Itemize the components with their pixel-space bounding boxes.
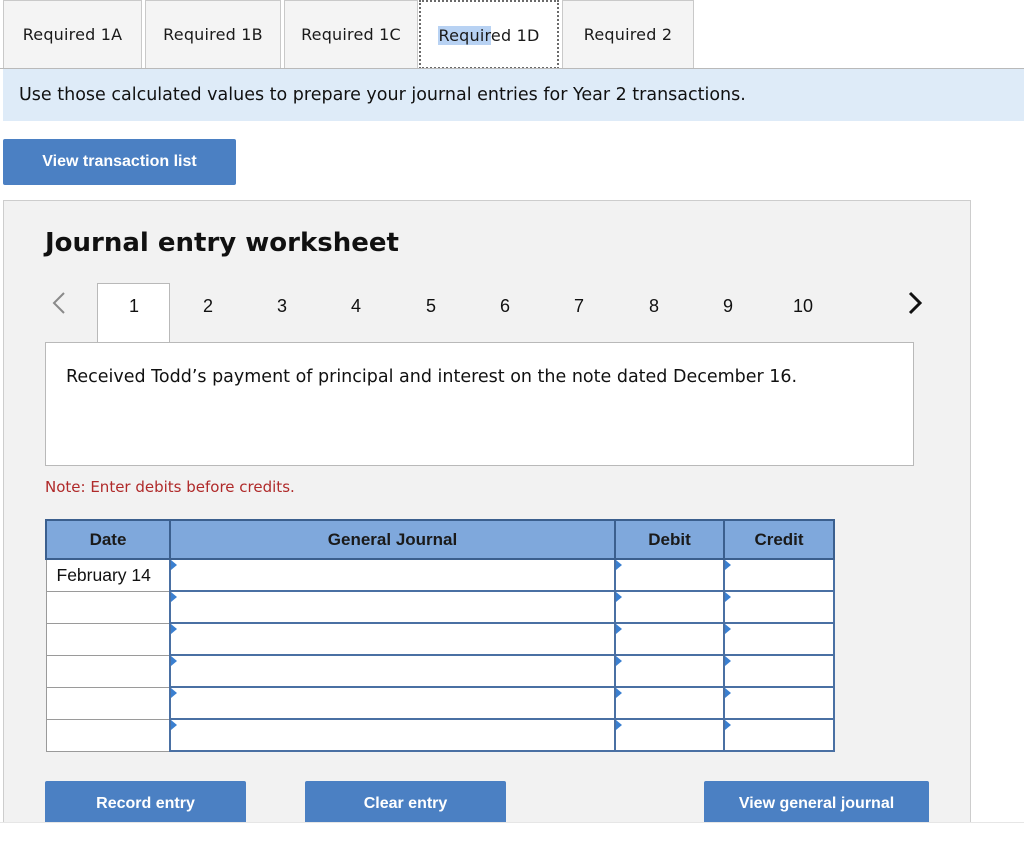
journal-row — [45, 718, 835, 752]
page-10[interactable]: 10 — [783, 296, 823, 317]
tab-required-2[interactable]: Required 2 — [562, 0, 694, 68]
debits-note: Note: Enter debits before credits. — [45, 478, 295, 496]
transaction-description: Received Todd’s payment of principal and… — [45, 342, 914, 466]
date-cell — [45, 622, 171, 656]
credit-input[interactable] — [723, 654, 835, 688]
header-general-journal: General Journal — [169, 519, 616, 560]
journal-row — [45, 590, 835, 624]
page-3[interactable]: 3 — [262, 296, 302, 317]
date-cell — [45, 718, 171, 752]
account-input[interactable] — [169, 686, 616, 720]
page-1[interactable]: 1 — [114, 296, 154, 317]
worksheet-title: Journal entry worksheet — [45, 228, 399, 258]
journal-row — [45, 686, 835, 720]
account-input[interactable] — [169, 718, 616, 752]
journal-table: Date General Journal Debit Credit Februa… — [45, 519, 835, 752]
account-input[interactable] — [169, 590, 616, 624]
page-8[interactable]: 8 — [634, 296, 674, 317]
credit-input[interactable] — [723, 686, 835, 720]
journal-row: February 14 — [45, 558, 835, 592]
date-cell: February 14 — [45, 558, 171, 592]
journal-header-row: Date General Journal Debit Credit — [45, 519, 835, 560]
date-cell — [45, 686, 171, 720]
requirement-tabs: Required 1A Required 1B Required 1C Requ… — [0, 0, 1024, 69]
credit-input[interactable] — [723, 718, 835, 752]
debit-input[interactable] — [614, 718, 725, 752]
page-4[interactable]: 4 — [336, 296, 376, 317]
page-5[interactable]: 5 — [411, 296, 451, 317]
chevron-left-icon[interactable] — [50, 290, 68, 323]
tab-required-1d[interactable]: Required 1D — [419, 0, 559, 69]
credit-input[interactable] — [723, 558, 835, 592]
credit-input[interactable] — [723, 622, 835, 656]
account-input[interactable] — [169, 654, 616, 688]
page-bottom-strip — [0, 822, 1024, 856]
record-entry-button[interactable]: Record entry — [45, 781, 246, 827]
chevron-right-icon[interactable] — [906, 290, 924, 323]
header-credit: Credit — [723, 519, 835, 560]
debit-input[interactable] — [614, 654, 725, 688]
page-7[interactable]: 7 — [559, 296, 599, 317]
tab-label-rest: ed 1D — [490, 26, 540, 45]
clear-entry-button[interactable]: Clear entry — [305, 781, 506, 827]
debit-input[interactable] — [614, 622, 725, 656]
header-debit: Debit — [614, 519, 725, 560]
page-6[interactable]: 6 — [485, 296, 525, 317]
view-transaction-list-button[interactable]: View transaction list — [3, 139, 236, 185]
header-date: Date — [45, 519, 171, 560]
view-general-journal-button[interactable]: View general journal — [704, 781, 929, 827]
page-9[interactable]: 9 — [708, 296, 748, 317]
date-cell — [45, 654, 171, 688]
page-2[interactable]: 2 — [188, 296, 228, 317]
account-input[interactable] — [169, 558, 616, 592]
tab-required-1c[interactable]: Required 1C — [284, 0, 418, 68]
tab-required-1b[interactable]: Required 1B — [145, 0, 281, 68]
date-cell — [45, 590, 171, 624]
tab-label-highlight: Requir — [438, 26, 491, 45]
debit-input[interactable] — [614, 558, 725, 592]
instruction-banner: Use those calculated values to prepare y… — [3, 69, 1024, 121]
debit-input[interactable] — [614, 590, 725, 624]
tab-required-1a[interactable]: Required 1A — [3, 0, 142, 68]
account-input[interactable] — [169, 622, 616, 656]
credit-input[interactable] — [723, 590, 835, 624]
journal-row — [45, 654, 835, 688]
journal-row — [45, 622, 835, 656]
debit-input[interactable] — [614, 686, 725, 720]
